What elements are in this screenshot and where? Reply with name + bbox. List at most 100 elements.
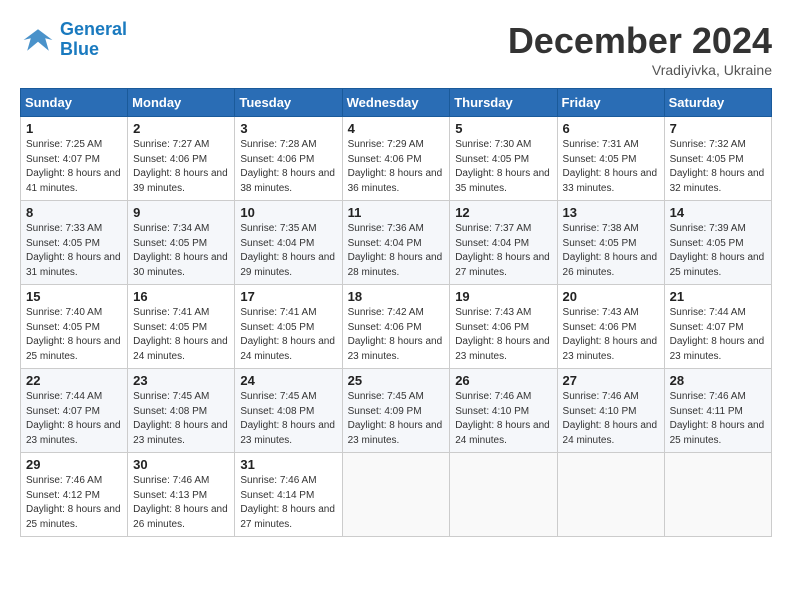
day-number: 5	[455, 121, 551, 136]
table-row: 25 Sunrise: 7:45 AM Sunset: 4:09 PM Dayl…	[342, 369, 450, 453]
page-header: General Blue December 2024 Vradiyivka, U…	[20, 20, 772, 78]
table-row: 16 Sunrise: 7:41 AM Sunset: 4:05 PM Dayl…	[128, 285, 235, 369]
day-number: 9	[133, 205, 229, 220]
table-row: 20 Sunrise: 7:43 AM Sunset: 4:06 PM Dayl…	[557, 285, 664, 369]
table-row: 8 Sunrise: 7:33 AM Sunset: 4:05 PM Dayli…	[21, 201, 128, 285]
location: Vradiyivka, Ukraine	[508, 62, 772, 78]
col-header-sunday: Sunday	[21, 89, 128, 117]
day-number: 30	[133, 457, 229, 472]
day-info: Sunrise: 7:35 AM Sunset: 4:04 PM Dayligh…	[240, 222, 336, 280]
day-info: Sunrise: 7:37 AM Sunset: 4:04 PM Dayligh…	[455, 222, 551, 280]
day-number: 25	[348, 373, 445, 388]
day-info: Sunrise: 7:33 AM Sunset: 4:05 PM Dayligh…	[26, 222, 122, 280]
day-number: 16	[133, 289, 229, 304]
day-number: 8	[26, 205, 122, 220]
day-info: Sunrise: 7:41 AM Sunset: 4:05 PM Dayligh…	[240, 306, 336, 364]
day-number: 1	[26, 121, 122, 136]
calendar-week-5: 29 Sunrise: 7:46 AM Sunset: 4:12 PM Dayl…	[21, 453, 772, 537]
table-row: 1 Sunrise: 7:25 AM Sunset: 4:07 PM Dayli…	[21, 117, 128, 201]
day-info: Sunrise: 7:45 AM Sunset: 4:08 PM Dayligh…	[240, 390, 336, 448]
table-row: 4 Sunrise: 7:29 AM Sunset: 4:06 PM Dayli…	[342, 117, 450, 201]
col-header-thursday: Thursday	[450, 89, 557, 117]
calendar-week-2: 8 Sunrise: 7:33 AM Sunset: 4:05 PM Dayli…	[21, 201, 772, 285]
day-number: 21	[670, 289, 766, 304]
table-row: 9 Sunrise: 7:34 AM Sunset: 4:05 PM Dayli…	[128, 201, 235, 285]
day-info: Sunrise: 7:38 AM Sunset: 4:05 PM Dayligh…	[563, 222, 659, 280]
day-number: 10	[240, 205, 336, 220]
day-info: Sunrise: 7:45 AM Sunset: 4:08 PM Dayligh…	[133, 390, 229, 448]
day-number: 11	[348, 205, 445, 220]
calendar-week-3: 15 Sunrise: 7:40 AM Sunset: 4:05 PM Dayl…	[21, 285, 772, 369]
table-row: 2 Sunrise: 7:27 AM Sunset: 4:06 PM Dayli…	[128, 117, 235, 201]
table-row: 26 Sunrise: 7:46 AM Sunset: 4:10 PM Dayl…	[450, 369, 557, 453]
day-info: Sunrise: 7:41 AM Sunset: 4:05 PM Dayligh…	[133, 306, 229, 364]
day-info: Sunrise: 7:29 AM Sunset: 4:06 PM Dayligh…	[348, 138, 445, 196]
day-info: Sunrise: 7:27 AM Sunset: 4:06 PM Dayligh…	[133, 138, 229, 196]
day-info: Sunrise: 7:46 AM Sunset: 4:13 PM Dayligh…	[133, 474, 229, 532]
logo-text: General Blue	[60, 20, 127, 60]
day-info: Sunrise: 7:25 AM Sunset: 4:07 PM Dayligh…	[26, 138, 122, 196]
table-row: 5 Sunrise: 7:30 AM Sunset: 4:05 PM Dayli…	[450, 117, 557, 201]
day-number: 17	[240, 289, 336, 304]
day-info: Sunrise: 7:43 AM Sunset: 4:06 PM Dayligh…	[455, 306, 551, 364]
day-info: Sunrise: 7:43 AM Sunset: 4:06 PM Dayligh…	[563, 306, 659, 364]
day-info: Sunrise: 7:39 AM Sunset: 4:05 PM Dayligh…	[670, 222, 766, 280]
day-info: Sunrise: 7:40 AM Sunset: 4:05 PM Dayligh…	[26, 306, 122, 364]
day-info: Sunrise: 7:46 AM Sunset: 4:10 PM Dayligh…	[563, 390, 659, 448]
table-row: 15 Sunrise: 7:40 AM Sunset: 4:05 PM Dayl…	[21, 285, 128, 369]
logo-line1: General	[60, 19, 127, 39]
col-header-wednesday: Wednesday	[342, 89, 450, 117]
day-number: 12	[455, 205, 551, 220]
col-header-friday: Friday	[557, 89, 664, 117]
logo-icon	[20, 22, 56, 58]
table-row: 13 Sunrise: 7:38 AM Sunset: 4:05 PM Dayl…	[557, 201, 664, 285]
table-row: 6 Sunrise: 7:31 AM Sunset: 4:05 PM Dayli…	[557, 117, 664, 201]
col-header-saturday: Saturday	[664, 89, 771, 117]
table-row: 11 Sunrise: 7:36 AM Sunset: 4:04 PM Dayl…	[342, 201, 450, 285]
day-number: 14	[670, 205, 766, 220]
day-number: 2	[133, 121, 229, 136]
calendar-body: 1 Sunrise: 7:25 AM Sunset: 4:07 PM Dayli…	[21, 117, 772, 537]
day-number: 7	[670, 121, 766, 136]
table-row: 30 Sunrise: 7:46 AM Sunset: 4:13 PM Dayl…	[128, 453, 235, 537]
table-row	[450, 453, 557, 537]
logo-line2: Blue	[60, 39, 99, 59]
table-row: 18 Sunrise: 7:42 AM Sunset: 4:06 PM Dayl…	[342, 285, 450, 369]
calendar-table: SundayMondayTuesdayWednesdayThursdayFrid…	[20, 88, 772, 537]
table-row: 3 Sunrise: 7:28 AM Sunset: 4:06 PM Dayli…	[235, 117, 342, 201]
day-number: 13	[563, 205, 659, 220]
day-number: 23	[133, 373, 229, 388]
table-row: 10 Sunrise: 7:35 AM Sunset: 4:04 PM Dayl…	[235, 201, 342, 285]
day-info: Sunrise: 7:32 AM Sunset: 4:05 PM Dayligh…	[670, 138, 766, 196]
table-row: 29 Sunrise: 7:46 AM Sunset: 4:12 PM Dayl…	[21, 453, 128, 537]
day-number: 26	[455, 373, 551, 388]
day-number: 31	[240, 457, 336, 472]
day-info: Sunrise: 7:31 AM Sunset: 4:05 PM Dayligh…	[563, 138, 659, 196]
day-number: 27	[563, 373, 659, 388]
day-number: 24	[240, 373, 336, 388]
day-number: 20	[563, 289, 659, 304]
table-row: 22 Sunrise: 7:44 AM Sunset: 4:07 PM Dayl…	[21, 369, 128, 453]
table-row: 14 Sunrise: 7:39 AM Sunset: 4:05 PM Dayl…	[664, 201, 771, 285]
calendar-header-row: SundayMondayTuesdayWednesdayThursdayFrid…	[21, 89, 772, 117]
table-row: 28 Sunrise: 7:46 AM Sunset: 4:11 PM Dayl…	[664, 369, 771, 453]
table-row: 24 Sunrise: 7:45 AM Sunset: 4:08 PM Dayl…	[235, 369, 342, 453]
day-info: Sunrise: 7:42 AM Sunset: 4:06 PM Dayligh…	[348, 306, 445, 364]
day-info: Sunrise: 7:28 AM Sunset: 4:06 PM Dayligh…	[240, 138, 336, 196]
table-row: 17 Sunrise: 7:41 AM Sunset: 4:05 PM Dayl…	[235, 285, 342, 369]
day-number: 4	[348, 121, 445, 136]
day-number: 6	[563, 121, 659, 136]
day-info: Sunrise: 7:36 AM Sunset: 4:04 PM Dayligh…	[348, 222, 445, 280]
day-number: 29	[26, 457, 122, 472]
day-info: Sunrise: 7:34 AM Sunset: 4:05 PM Dayligh…	[133, 222, 229, 280]
day-info: Sunrise: 7:30 AM Sunset: 4:05 PM Dayligh…	[455, 138, 551, 196]
day-number: 19	[455, 289, 551, 304]
calendar-week-4: 22 Sunrise: 7:44 AM Sunset: 4:07 PM Dayl…	[21, 369, 772, 453]
day-number: 3	[240, 121, 336, 136]
title-block: December 2024 Vradiyivka, Ukraine	[508, 20, 772, 78]
table-row: 19 Sunrise: 7:43 AM Sunset: 4:06 PM Dayl…	[450, 285, 557, 369]
day-info: Sunrise: 7:44 AM Sunset: 4:07 PM Dayligh…	[26, 390, 122, 448]
month-title: December 2024	[508, 20, 772, 62]
table-row: 21 Sunrise: 7:44 AM Sunset: 4:07 PM Dayl…	[664, 285, 771, 369]
table-row: 7 Sunrise: 7:32 AM Sunset: 4:05 PM Dayli…	[664, 117, 771, 201]
